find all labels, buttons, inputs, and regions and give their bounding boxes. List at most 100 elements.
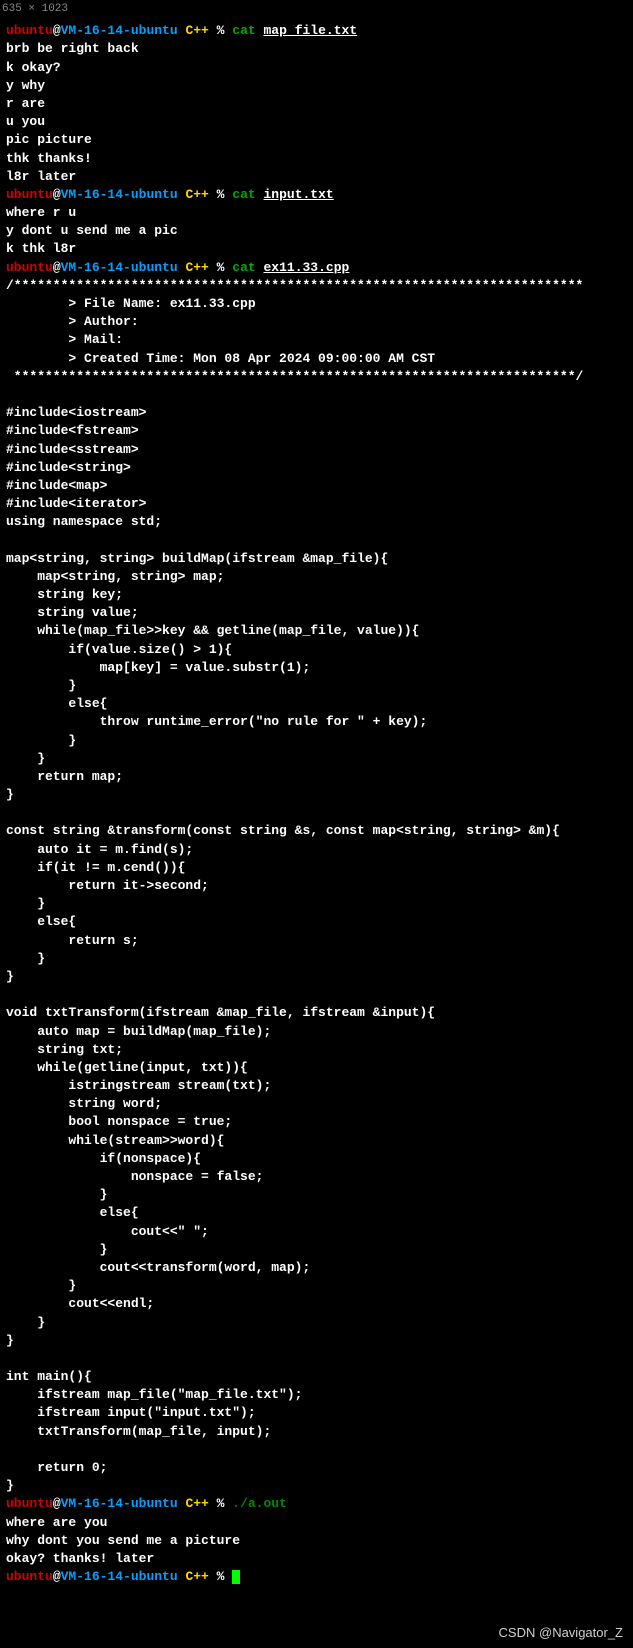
output-line: thk thanks! <box>6 151 92 166</box>
code-line: #include<map> <box>6 478 107 493</box>
code-line: cout<<transform(word, map); <box>6 1260 310 1275</box>
prompt-path: C++ <box>178 1569 217 1584</box>
prompt-path: C++ <box>178 187 217 202</box>
prompt-line-5[interactable]: ubuntu@VM-16-14-ubuntu C++ % <box>6 1569 240 1584</box>
code-line: return map; <box>6 769 123 784</box>
code-line: } <box>6 1333 14 1348</box>
prompt-host: VM-16-14-ubuntu <box>61 23 178 38</box>
prompt-user: ubuntu <box>6 1569 53 1584</box>
code-line: while(map_file>>key && getline(map_file,… <box>6 623 419 638</box>
code-line: > File Name: ex11.33.cpp <box>6 296 256 311</box>
prompt-path: C++ <box>178 1496 217 1511</box>
output-line: l8r later <box>6 169 76 184</box>
cat-command: cat <box>232 23 263 38</box>
prompt-user: ubuntu <box>6 1496 53 1511</box>
code-line: } <box>6 896 45 911</box>
code-line: txtTransform(map_file, input); <box>6 1424 271 1439</box>
prompt-at: @ <box>53 1569 61 1584</box>
code-line: } <box>6 1478 14 1493</box>
prompt-host: VM-16-14-ubuntu <box>61 1569 178 1584</box>
code-line: void txtTransform(ifstream &map_file, if… <box>6 1005 435 1020</box>
code-line: istringstream stream(txt); <box>6 1078 271 1093</box>
code-line: } <box>6 751 45 766</box>
code-line: cout<<endl; <box>6 1296 154 1311</box>
prompt-percent: % <box>217 1569 233 1584</box>
prompt-user: ubuntu <box>6 260 53 275</box>
filename-input: input.txt <box>264 187 334 202</box>
code-line: ifstream input("input.txt"); <box>6 1405 256 1420</box>
prompt-at: @ <box>53 187 61 202</box>
prompt-line-2[interactable]: ubuntu@VM-16-14-ubuntu C++ % cat input.t… <box>6 187 334 202</box>
code-line: auto it = m.find(s); <box>6 842 193 857</box>
code-line: using namespace std; <box>6 514 162 529</box>
code-line: return 0; <box>6 1460 107 1475</box>
code-line: const string &transform(const string &s,… <box>6 823 560 838</box>
code-line: bool nonspace = true; <box>6 1114 232 1129</box>
code-line: int main(){ <box>6 1369 92 1384</box>
code-line: else{ <box>6 1205 139 1220</box>
code-line: string txt; <box>6 1042 123 1057</box>
code-line: #include<iostream> <box>6 405 146 420</box>
code-line: #include<fstream> <box>6 423 139 438</box>
code-line: else{ <box>6 914 76 929</box>
prompt-path: C++ <box>178 23 217 38</box>
code-line: if(value.size() > 1){ <box>6 642 232 657</box>
code-line: } <box>6 951 45 966</box>
code-line: #include<sstream> <box>6 442 139 457</box>
prompt-percent: % <box>217 260 233 275</box>
prompt-user: ubuntu <box>6 187 53 202</box>
code-line: #include<string> <box>6 460 131 475</box>
prompt-line-4[interactable]: ubuntu@VM-16-14-ubuntu C++ % ./a.out <box>6 1496 287 1511</box>
output-line: r are <box>6 96 45 111</box>
output-line: y dont u send me a pic <box>6 223 178 238</box>
prompt-user: ubuntu <box>6 23 53 38</box>
filename-map: map_file.txt <box>264 23 358 38</box>
output-line: pic picture <box>6 132 92 147</box>
code-line: string value; <box>6 605 139 620</box>
dimension-badge: 635 × 1023 <box>2 2 68 17</box>
code-line: } <box>6 1315 45 1330</box>
code-line: return it->second; <box>6 878 209 893</box>
output-line: brb be right back <box>6 41 139 56</box>
prompt-line-3[interactable]: ubuntu@VM-16-14-ubuntu C++ % cat ex11.33… <box>6 260 349 275</box>
code-line: throw runtime_error("no rule for " + key… <box>6 714 427 729</box>
cat-command: cat <box>232 260 263 275</box>
code-line: ****************************************… <box>6 369 583 384</box>
code-line: } <box>6 678 76 693</box>
prompt-percent: % <box>217 187 233 202</box>
code-line: } <box>6 1278 76 1293</box>
prompt-host: VM-16-14-ubuntu <box>61 260 178 275</box>
code-line: > Mail: <box>6 332 123 347</box>
code-line: else{ <box>6 696 107 711</box>
output-line: y why <box>6 78 45 93</box>
code-line: /***************************************… <box>6 278 583 293</box>
code-line: if(it != m.cend()){ <box>6 860 185 875</box>
code-line: map<string, string> map; <box>6 569 224 584</box>
prompt-at: @ <box>53 23 61 38</box>
prompt-path: C++ <box>178 260 217 275</box>
run-command: ./a.out <box>232 1496 287 1511</box>
code-line: } <box>6 787 14 802</box>
code-line: if(nonspace){ <box>6 1151 201 1166</box>
code-line: return s; <box>6 933 139 948</box>
output-line: u you <box>6 114 45 129</box>
code-line: ifstream map_file("map_file.txt"); <box>6 1387 302 1402</box>
code-line: map<string, string> buildMap(ifstream &m… <box>6 551 388 566</box>
output-line: k okay? <box>6 60 61 75</box>
code-line: > Author: <box>6 314 139 329</box>
code-line: while(getline(input, txt)){ <box>6 1060 248 1075</box>
output-line: where are you <box>6 1515 107 1530</box>
prompt-host: VM-16-14-ubuntu <box>61 187 178 202</box>
output-line: where r u <box>6 205 76 220</box>
output-line: why dont you send me a picture <box>6 1533 240 1548</box>
code-line: } <box>6 969 14 984</box>
code-line: > Created Time: Mon 08 Apr 2024 09:00:00… <box>6 351 435 366</box>
code-line: string word; <box>6 1096 162 1111</box>
code-line: while(stream>>word){ <box>6 1133 224 1148</box>
code-line: string key; <box>6 587 123 602</box>
prompt-line-1[interactable]: ubuntu@VM-16-14-ubuntu C++ % cat map_fil… <box>6 23 357 38</box>
prompt-percent: % <box>217 1496 233 1511</box>
code-line: } <box>6 1242 107 1257</box>
cursor-icon <box>232 1570 240 1584</box>
prompt-at: @ <box>53 1496 61 1511</box>
